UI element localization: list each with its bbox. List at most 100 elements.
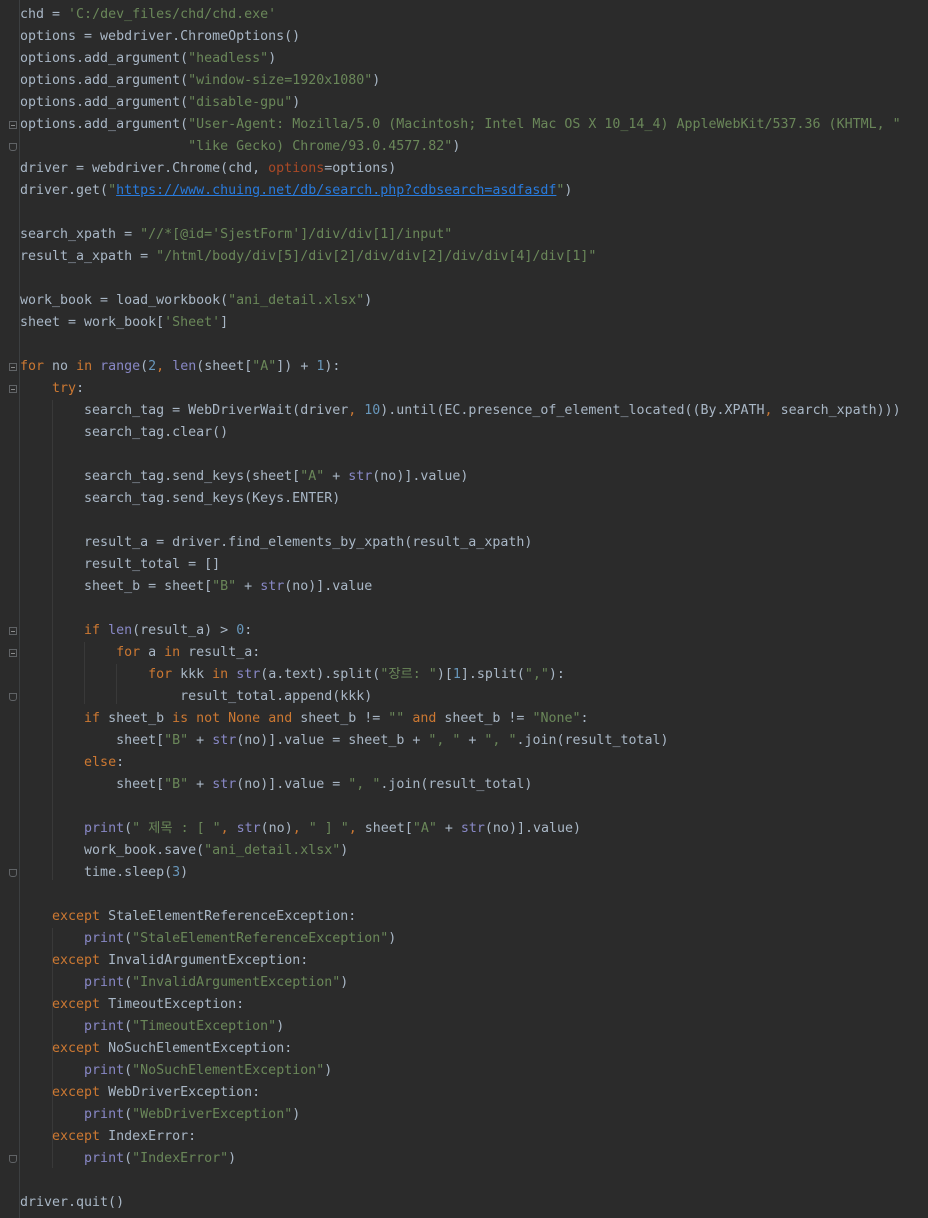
code-token: "A" — [300, 469, 325, 484]
code-line[interactable]: print(" 제목 : [ ", str(no), " ] ", sheet[… — [20, 818, 928, 840]
code-line[interactable]: except IndexError: — [20, 1126, 928, 1148]
code-line[interactable]: driver = webdriver.Chrome(chd, options=o… — [20, 158, 928, 180]
code-token: "//*[@id='SjestForm']/div/div[1]/input" — [140, 227, 453, 242]
fold-toggle-icon[interactable] — [9, 385, 17, 393]
code-editor[interactable]: chd = 'C:/dev_files/chd/chd.exe' options … — [20, 4, 928, 1218]
code-token: ) — [268, 51, 277, 66]
code-token: print — [84, 975, 125, 990]
code-line[interactable] — [20, 202, 928, 224]
code-token: "WebDriverException" — [132, 1107, 293, 1122]
fold-end-icon[interactable] — [9, 693, 17, 701]
code-token: ) — [292, 95, 301, 110]
code-line[interactable]: chd = 'C:/dev_files/chd/chd.exe' — [20, 4, 928, 26]
code-token: : — [244, 623, 253, 638]
code-line[interactable]: search_tag.clear() — [20, 422, 928, 444]
code-line[interactable]: result_total = [] — [20, 554, 928, 576]
code-token: search_xpath = — [20, 227, 141, 242]
code-line[interactable]: sheet["B" + str(no)].value = ", ".join(r… — [20, 774, 928, 796]
code-token: + — [460, 733, 485, 748]
code-line[interactable]: sheet["B" + str(no)].value = sheet_b + "… — [20, 730, 928, 752]
code-line[interactable]: print("StaleElementReferenceException") — [20, 928, 928, 950]
fold-end-icon[interactable] — [9, 869, 17, 877]
code-line[interactable]: if sheet_b is not None and sheet_b != ""… — [20, 708, 928, 730]
code-token: sheet = work_book[ — [20, 315, 165, 330]
code-line[interactable] — [20, 796, 928, 818]
code-token: str — [460, 821, 485, 836]
code-line[interactable]: print("WebDriverException") — [20, 1104, 928, 1126]
code-line[interactable] — [20, 334, 928, 356]
code-token: ): — [324, 359, 341, 374]
code-line[interactable]: print("IndexError") — [20, 1148, 928, 1170]
code-token: except — [52, 997, 101, 1012]
code-line[interactable]: search_tag.send_keys(sheet["A" + str(no)… — [20, 466, 928, 488]
code-line[interactable]: result_a_xpath = "/html/body/div[5]/div[… — [20, 246, 928, 268]
code-line[interactable]: time.sleep(3) — [20, 862, 928, 884]
code-line[interactable]: except TimeoutException: — [20, 994, 928, 1016]
code-line[interactable]: search_xpath = "//*[@id='SjestForm']/div… — [20, 224, 928, 246]
code-line[interactable]: driver.quit() — [20, 1192, 928, 1214]
code-line[interactable]: options.add_argument("window-size=1920x1… — [20, 70, 928, 92]
code-line[interactable]: work_book = load_workbook("ani_detail.xl… — [20, 290, 928, 312]
code-token: NoSuchElementException: — [100, 1041, 293, 1056]
code-token: .join(result_total) — [380, 777, 533, 792]
code-token: ( — [124, 821, 133, 836]
code-line[interactable] — [20, 444, 928, 466]
code-line[interactable]: options.add_argument("headless") — [20, 48, 928, 70]
code-token: result_a_xpath = — [20, 249, 157, 264]
fold-end-icon[interactable] — [9, 143, 17, 151]
code-line[interactable] — [20, 884, 928, 906]
code-token: driver.get( — [20, 183, 109, 198]
code-line[interactable]: else: — [20, 752, 928, 774]
code-token: 1 — [452, 667, 461, 682]
code-line[interactable] — [20, 1170, 928, 1192]
code-line[interactable] — [20, 268, 928, 290]
code-line[interactable]: for no in range(2, len(sheet["A"]) + 1): — [20, 356, 928, 378]
code-line[interactable]: sheet = work_book['Sheet'] — [20, 312, 928, 334]
code-line[interactable]: for a in result_a: — [20, 642, 928, 664]
code-line[interactable]: try: — [20, 378, 928, 400]
code-line[interactable]: sheet_b = sheet["B" + str(no)].value — [20, 576, 928, 598]
code-line[interactable]: options = webdriver.ChromeOptions() — [20, 26, 928, 48]
code-line[interactable]: search_tag = WebDriverWait(driver, 10).u… — [20, 400, 928, 422]
code-line[interactable]: result_a = driver.find_elements_by_xpath… — [20, 532, 928, 554]
fold-toggle-icon[interactable] — [9, 121, 17, 129]
fold-toggle-icon[interactable] — [9, 363, 17, 371]
code-line[interactable]: options.add_argument("User-Agent: Mozill… — [20, 114, 928, 136]
code-line[interactable]: except NoSuchElementException: — [20, 1038, 928, 1060]
code-token: result_a = driver.find_elements_by_xpath… — [84, 535, 533, 550]
code-line[interactable]: work_book.save("ani_detail.xlsx") — [20, 840, 928, 862]
code-line[interactable]: except WebDriverException: — [20, 1082, 928, 1104]
code-token: str — [236, 667, 261, 682]
code-line[interactable]: for kkk in str(a.text).split("장르: ")[1].… — [20, 664, 928, 686]
code-token: 3 — [172, 865, 181, 880]
code-line[interactable]: print("InvalidArgumentException") — [20, 972, 928, 994]
code-line[interactable]: options.add_argument("disable-gpu") — [20, 92, 928, 114]
code-line[interactable]: "like Gecko) Chrome/93.0.4577.82") — [20, 136, 928, 158]
code-line[interactable]: except StaleElementReferenceException: — [20, 906, 928, 928]
code-token: ]) + — [276, 359, 317, 374]
fold-toggle-icon[interactable] — [9, 649, 17, 657]
code-token: 'C:/dev_files/chd/chd.exe' — [68, 7, 277, 22]
fold-toggle-icon[interactable] — [9, 627, 17, 635]
code-token: search_tag = WebDriverWait(driver — [84, 403, 349, 418]
code-line[interactable]: if len(result_a) > 0: — [20, 620, 928, 642]
code-token: sheet[ — [116, 777, 165, 792]
code-line[interactable]: except InvalidArgumentException: — [20, 950, 928, 972]
fold-end-icon[interactable] — [9, 1155, 17, 1163]
code-line[interactable]: driver.get("https://www.chuing.net/db/se… — [20, 180, 928, 202]
code-line[interactable]: search_tag.send_keys(Keys.ENTER) — [20, 488, 928, 510]
code-line[interactable] — [20, 598, 928, 620]
code-line[interactable] — [20, 510, 928, 532]
code-line[interactable]: print("NoSuchElementException") — [20, 1060, 928, 1082]
code-line[interactable]: print("TimeoutException") — [20, 1016, 928, 1038]
code-line[interactable]: result_total.append(kkk) — [20, 686, 928, 708]
code-token: ( — [140, 359, 149, 374]
